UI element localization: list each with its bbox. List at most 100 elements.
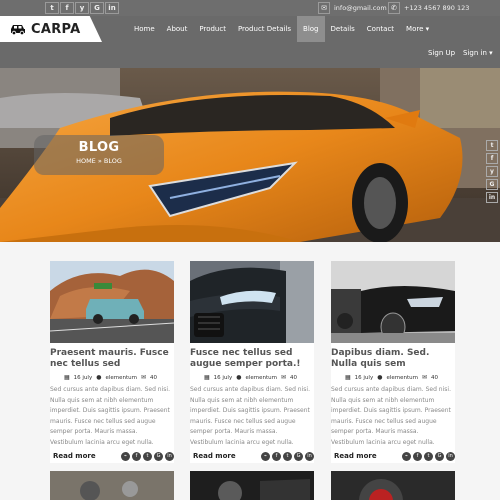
- read-more-link[interactable]: Read more: [190, 452, 236, 460]
- comment-icon: ✉: [281, 374, 287, 381]
- nav-product-details[interactable]: Product Details: [232, 16, 297, 42]
- linkedin-icon[interactable]: in: [165, 451, 174, 461]
- auth-band: [0, 42, 500, 68]
- page-title-pill: BLOG HOME » BLOG: [34, 135, 164, 175]
- comment-icon: ✉: [422, 374, 428, 381]
- calendar-icon: ▦: [204, 374, 210, 381]
- sign-in-dropdown[interactable]: Sign in ▾: [463, 49, 493, 57]
- top-social-links: t f y G in: [45, 2, 119, 14]
- nav-more-dropdown[interactable]: More ▾: [400, 16, 435, 42]
- nav-home[interactable]: Home: [128, 16, 161, 42]
- google-plus-icon[interactable]: G: [486, 179, 498, 190]
- user-icon: ●: [96, 374, 102, 381]
- phone-text: +123 4567 890 123: [404, 4, 470, 12]
- google-plus-icon[interactable]: G: [90, 2, 104, 14]
- twitter-icon[interactable]: t: [143, 451, 152, 461]
- facebook-icon[interactable]: f: [272, 451, 281, 461]
- user-icon: ●: [377, 374, 383, 381]
- nav-details[interactable]: Details: [325, 16, 361, 42]
- share-icons: ⌁ f t G in: [402, 451, 455, 461]
- blog-card-image[interactable]: [50, 261, 174, 343]
- page-title: BLOG: [78, 140, 120, 155]
- nav-blog[interactable]: Blog: [297, 16, 325, 42]
- blog-card-excerpt: Sed cursus ante dapibus diam. Sed nisi. …: [50, 386, 170, 446]
- sign-up-link[interactable]: Sign Up: [428, 49, 455, 57]
- post-comments[interactable]: 40: [150, 375, 157, 381]
- post-author[interactable]: elementum: [105, 375, 137, 381]
- google-plus-icon[interactable]: G: [294, 451, 303, 461]
- blog-card-meta: ▦ 16 july ● elementum ✉ 40: [331, 374, 455, 381]
- breadcrumb: HOME » BLOG: [34, 157, 164, 165]
- top-bar: t f y G in ✉ info@gmail.com ✆ +123 4567 …: [0, 0, 500, 16]
- blog-card: Fusce nec tellus sed augue semper porta.…: [190, 261, 314, 463]
- post-author[interactable]: elementum: [386, 375, 418, 381]
- logo-text: CARPA: [31, 21, 81, 37]
- twitter-icon[interactable]: t: [486, 140, 498, 151]
- post-comments[interactable]: 40: [290, 375, 297, 381]
- main-navbar: CARPA Home About Product Product Details…: [0, 16, 500, 42]
- breadcrumb-home[interactable]: HOME: [76, 157, 96, 165]
- comment-icon: ✉: [141, 374, 147, 381]
- read-more-link[interactable]: Read more: [50, 452, 96, 460]
- blog-card-title[interactable]: Fusce nec tellus sed augue semper porta.…: [190, 343, 314, 370]
- blog-card-image[interactable]: [190, 471, 314, 500]
- nav-about[interactable]: About: [161, 16, 194, 42]
- read-more-link[interactable]: Read more: [331, 452, 377, 460]
- linkedin-icon[interactable]: in: [446, 451, 455, 461]
- google-plus-icon[interactable]: G: [435, 451, 444, 461]
- rss-icon[interactable]: ⌁: [121, 451, 130, 461]
- breadcrumb-current: » BLOG: [97, 157, 122, 165]
- rss-icon[interactable]: ⌁: [402, 451, 411, 461]
- post-comments[interactable]: 40: [431, 375, 438, 381]
- twitter-icon[interactable]: t: [283, 451, 292, 461]
- email-contact[interactable]: ✉ info@gmail.com: [318, 2, 387, 14]
- blog-card-excerpt: Sed cursus ante dapibus diam. Sed nisi. …: [190, 386, 310, 446]
- youtube-icon[interactable]: y: [75, 2, 89, 14]
- linkedin-icon[interactable]: in: [305, 451, 314, 461]
- site-logo[interactable]: CARPA: [0, 16, 102, 42]
- calendar-icon: ▦: [345, 374, 351, 381]
- blog-card: Praesent mauris. Fusce nec tellus sed ▦ …: [50, 261, 174, 463]
- share-icons: ⌁ f t G in: [261, 451, 314, 461]
- twitter-icon[interactable]: t: [424, 451, 433, 461]
- post-author[interactable]: elementum: [245, 375, 277, 381]
- blog-card-footer: Read more ⌁ f t G in: [50, 449, 174, 463]
- youtube-icon[interactable]: y: [486, 166, 498, 177]
- blog-card-footer: Read more ⌁ f t G in: [190, 449, 314, 463]
- email-text: info@gmail.com: [334, 4, 387, 12]
- nav-contact[interactable]: Contact: [361, 16, 400, 42]
- rss-icon[interactable]: ⌁: [261, 451, 270, 461]
- blog-card-image[interactable]: [331, 261, 455, 343]
- nav-product[interactable]: Product: [193, 16, 232, 42]
- post-date: 16 july: [354, 374, 374, 381]
- blog-card: Dapibus diam. Sed. Nulla quis sem ▦ 16 j…: [331, 261, 455, 463]
- calendar-icon: ▦: [64, 374, 70, 381]
- share-icons: ⌁ f t G in: [121, 451, 174, 461]
- blog-card-meta: ▦ 16 july ● elementum ✉ 40: [50, 374, 174, 381]
- google-plus-icon[interactable]: G: [154, 451, 163, 461]
- blog-card-image[interactable]: [50, 471, 174, 500]
- linkedin-icon[interactable]: in: [486, 192, 498, 203]
- blog-card-title[interactable]: Dapibus diam. Sed. Nulla quis sem: [331, 343, 455, 370]
- user-icon: ●: [236, 374, 242, 381]
- blog-card-meta: ▦ 16 july ● elementum ✉ 40: [190, 374, 314, 381]
- nav-links: Home About Product Product Details Blog …: [128, 16, 435, 42]
- mail-icon: ✉: [318, 2, 330, 14]
- post-date: 16 july: [73, 374, 93, 381]
- facebook-icon[interactable]: f: [413, 451, 422, 461]
- blog-card-footer: Read more ⌁ f t G in: [331, 449, 455, 463]
- blog-card-image[interactable]: [331, 471, 455, 500]
- blog-card-image[interactable]: [190, 261, 314, 343]
- blog-card-title[interactable]: Praesent mauris. Fusce nec tellus sed: [50, 343, 174, 370]
- phone-icon: ✆: [388, 2, 400, 14]
- car-icon: [11, 25, 25, 35]
- linkedin-icon[interactable]: in: [105, 2, 119, 14]
- facebook-icon[interactable]: f: [132, 451, 141, 461]
- post-date: 16 july: [213, 374, 233, 381]
- facebook-icon[interactable]: f: [486, 153, 498, 164]
- blog-card-excerpt: Sed cursus ante dapibus diam. Sed nisi. …: [331, 386, 451, 446]
- hero-side-social: t f y G in: [486, 140, 498, 203]
- facebook-icon[interactable]: f: [60, 2, 74, 14]
- twitter-icon[interactable]: t: [45, 2, 59, 14]
- phone-contact[interactable]: ✆ +123 4567 890 123: [388, 2, 469, 14]
